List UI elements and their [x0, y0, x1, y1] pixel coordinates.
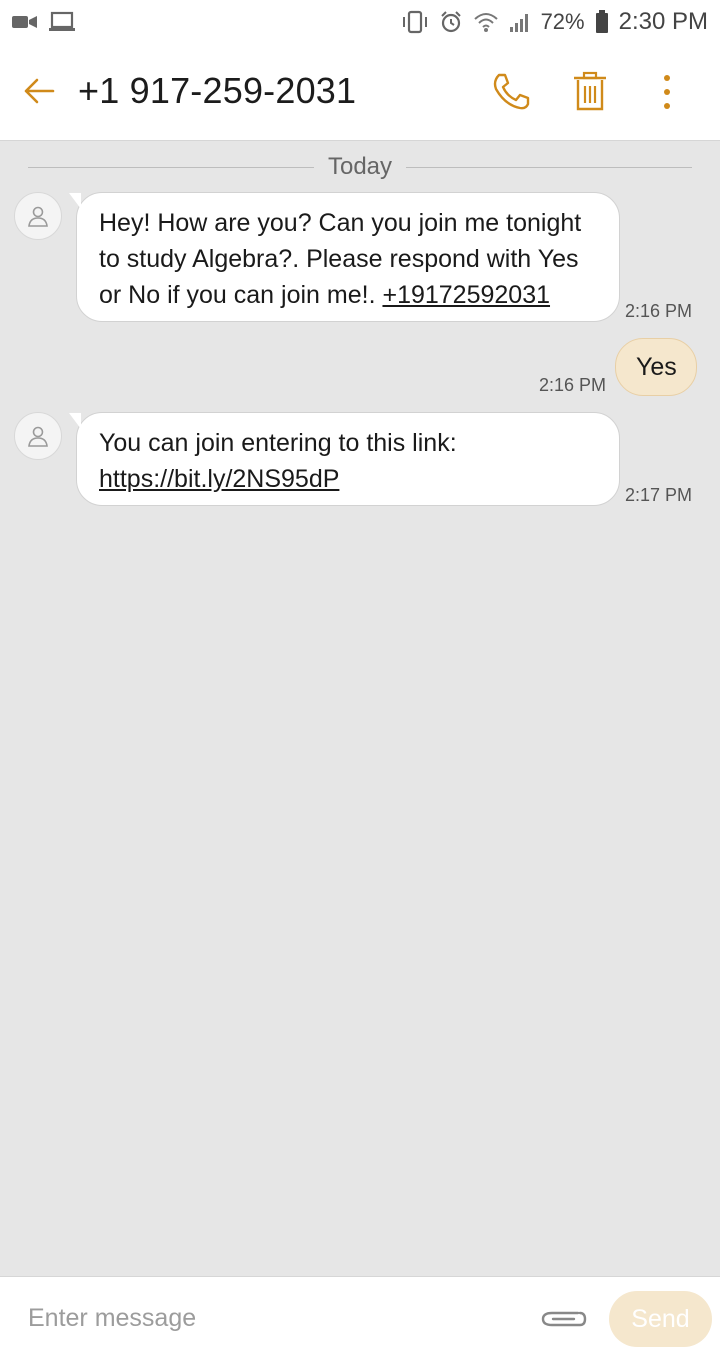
date-divider: Today — [28, 152, 693, 182]
call-icon — [493, 73, 530, 110]
conversation-header: +1 917-259-2031 — [0, 44, 720, 141]
more-dot — [664, 75, 670, 81]
message-url-link[interactable]: https://bit.ly/2NS95dP — [99, 461, 597, 497]
message-phone-link[interactable]: +19172592031 — [382, 281, 550, 309]
contact-avatar[interactable] — [14, 412, 62, 460]
laptop-icon — [48, 11, 76, 33]
wifi-icon — [473, 11, 499, 33]
message-composer: Send — [0, 1276, 720, 1356]
battery-icon — [595, 10, 609, 34]
vibrate-icon — [401, 10, 429, 34]
message-time: 2:16 PM — [625, 301, 693, 321]
attach-button[interactable] — [538, 1303, 588, 1333]
more-dot — [664, 103, 670, 109]
alarm-icon — [439, 10, 463, 34]
status-bar: 72% 2:30 PM — [0, 0, 720, 44]
contact-avatar[interactable] — [14, 192, 62, 240]
message-text: You can join entering to this link: — [99, 429, 457, 457]
message-bubble-incoming[interactable]: You can join entering to this link: http… — [69, 412, 620, 506]
send-button[interactable]: Send — [609, 1291, 712, 1347]
divider-line — [28, 166, 314, 168]
back-button[interactable] — [22, 74, 56, 108]
trash-icon — [574, 71, 606, 111]
message-time: 2:17 PM — [625, 485, 693, 505]
battery-percent: 72% — [540, 9, 585, 34]
status-left — [12, 11, 76, 33]
more-dot — [664, 89, 670, 95]
status-right: 72% 2:30 PM — [401, 8, 708, 36]
person-icon — [28, 206, 48, 227]
delete-button[interactable] — [570, 71, 610, 113]
contact-title: +1 917-259-2031 — [78, 70, 357, 111]
video-call-icon — [12, 14, 38, 30]
message-text: Yes — [636, 353, 677, 381]
signal-icon — [509, 11, 531, 33]
back-arrow-icon — [24, 78, 55, 104]
message-input[interactable] — [28, 1299, 508, 1337]
divider-line — [406, 166, 693, 168]
person-icon — [28, 426, 48, 447]
message-bubble-outgoing[interactable]: Yes — [615, 338, 697, 396]
status-time: 2:30 PM — [618, 8, 708, 35]
more-options-button[interactable] — [656, 71, 678, 113]
date-label: Today — [327, 153, 393, 180]
call-button[interactable] — [490, 71, 532, 113]
paperclip-icon — [541, 1311, 587, 1327]
message-bubble-incoming[interactable]: Hey! How are you? Can you join me tonigh… — [69, 192, 620, 322]
message-time: 2:16 PM — [539, 375, 607, 395]
